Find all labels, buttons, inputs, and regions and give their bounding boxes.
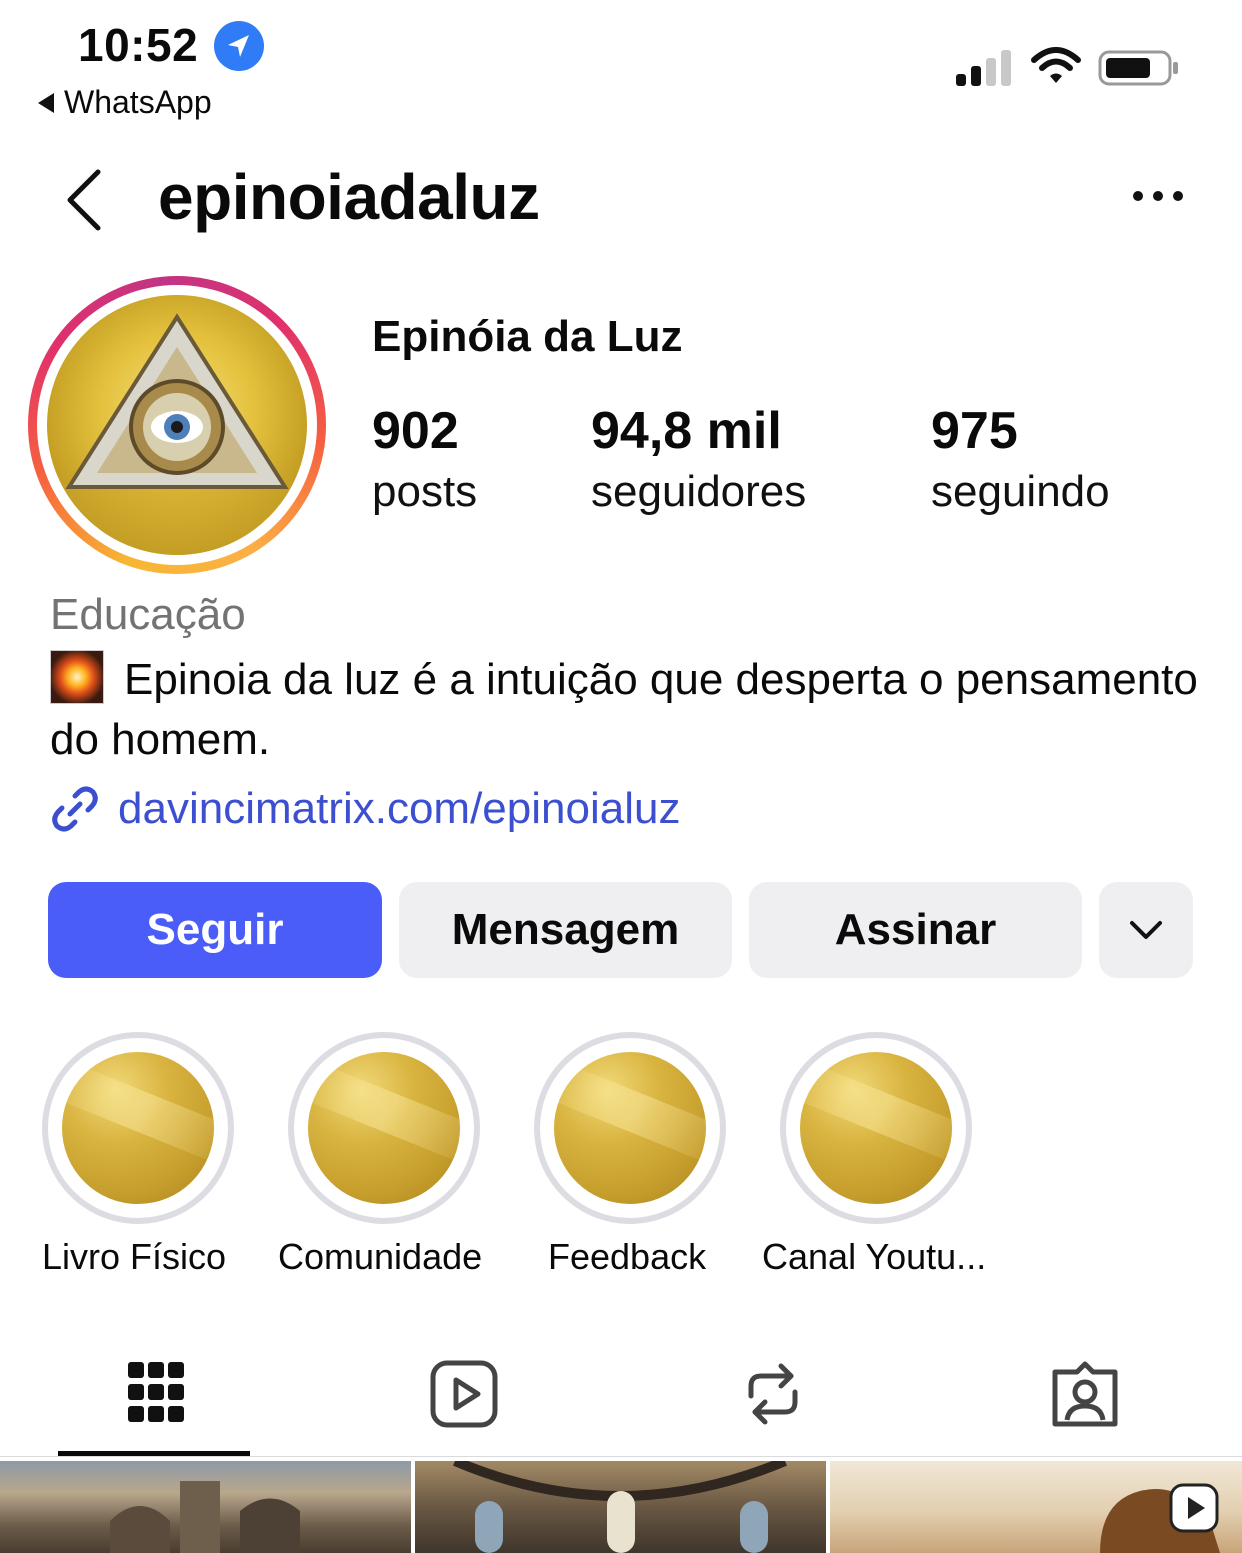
wifi-icon [1030,46,1082,86]
more-options-icon[interactable] [1130,186,1186,206]
following-stat[interactable]: 975 seguindo [931,400,1110,522]
posts-label: posts [372,467,478,516]
post-thumbnail[interactable] [415,1461,826,1553]
profile-link[interactable]: davincimatrix.com/epinoialuz [48,782,680,836]
reel-indicator-icon [1168,1482,1220,1534]
message-button[interactable]: Mensagem [399,882,732,978]
follow-button[interactable]: Seguir [48,882,382,978]
tabs-divider [0,1456,1242,1457]
link-icon [52,786,98,832]
post-thumbnail[interactable] [0,1461,411,1553]
back-app-label: WhatsApp [64,84,212,120]
battery-icon [1098,50,1180,86]
highlight-label: Feedback [548,1236,707,1277]
followers-count: 94,8 mil [591,402,782,460]
bio-text: Epinoia da luz é a intuição que desperta… [50,655,1198,764]
link-url: davincimatrix.com/epinoialuz [118,784,681,833]
profile-bio: Epinoia da luz é a intuição que desperta… [50,650,1200,770]
highlight-label: Livro Físico [42,1236,227,1277]
reels-tab-icon[interactable] [428,1358,500,1430]
avatar[interactable] [47,295,307,555]
profile-username: epinoiadaluz [158,161,540,233]
followers-label: seguidores [591,467,807,516]
highlight-cover [800,1052,952,1204]
sparkle-emoji-icon [50,650,104,704]
status-time: 10:52 [78,19,199,71]
profile-category: Educação [50,590,246,639]
location-arrow-icon [214,21,264,71]
cellular-signal-icon [956,50,1014,86]
back-to-app-button[interactable]: WhatsApp [38,84,212,121]
highlight-label: Comunidade [278,1236,483,1277]
back-chevron-icon[interactable] [62,168,106,232]
highlight-livro-fisico[interactable] [42,1032,234,1224]
highlight-label: Canal Youtu... [762,1236,987,1277]
chevron-down-icon [1130,921,1162,939]
suggestions-dropdown-button[interactable] [1099,882,1193,978]
posts-count: 902 [372,402,459,460]
display-name: Epinóia da Luz [372,312,683,361]
highlight-cover [554,1052,706,1204]
subscribe-button[interactable]: Assinar [749,882,1082,978]
grid-tab-icon[interactable] [120,1358,192,1430]
highlight-canal-youtube[interactable] [780,1032,972,1224]
followers-stat[interactable]: 94,8 mil seguidores [591,400,806,522]
back-triangle-icon [38,92,54,113]
reposts-tab-icon[interactable] [737,1358,809,1430]
highlight-cover [62,1052,214,1204]
highlight-cover [308,1052,460,1204]
highlight-feedback[interactable] [534,1032,726,1224]
following-label: seguindo [931,467,1110,516]
posts-stat[interactable]: 902 posts [372,400,477,522]
following-count: 975 [931,402,1018,460]
tagged-tab-icon[interactable] [1049,1358,1121,1430]
highlight-comunidade[interactable] [288,1032,480,1224]
